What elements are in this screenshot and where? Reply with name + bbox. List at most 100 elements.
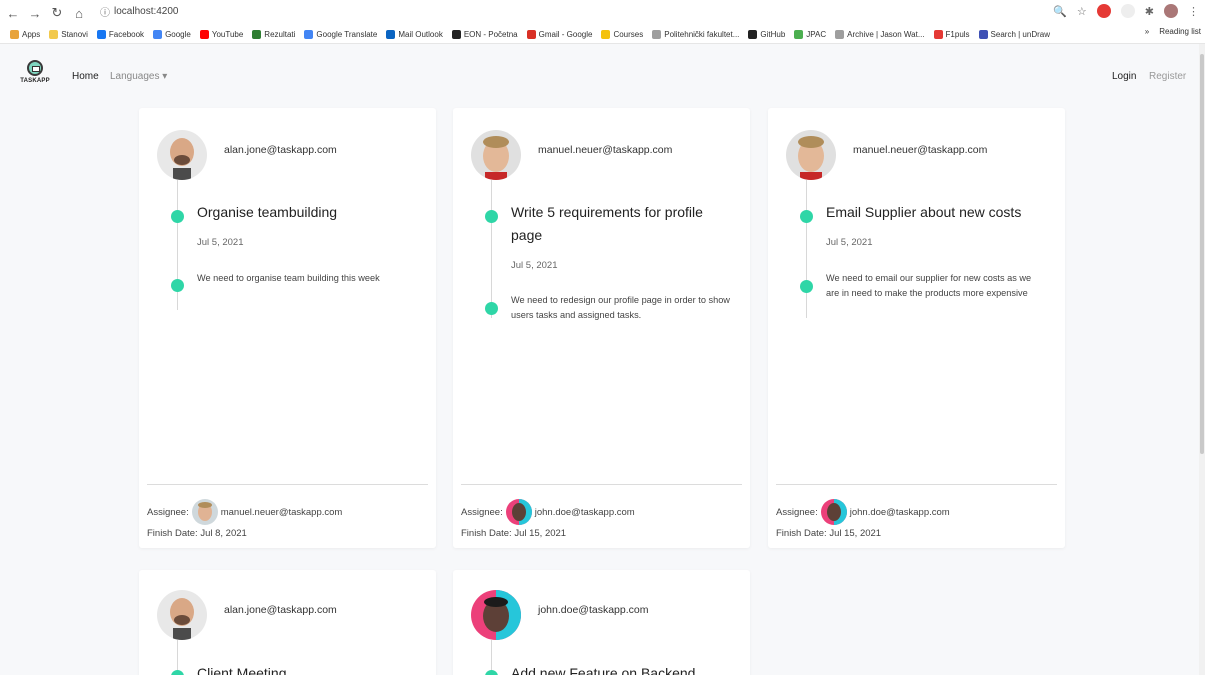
bookmark-item[interactable]: Google — [153, 29, 191, 39]
bookmark-icon — [386, 29, 396, 39]
scrollbar-thumb[interactable] — [1200, 54, 1204, 454]
nav-login-link[interactable]: Login — [1112, 71, 1136, 82]
owner-avatar — [157, 590, 207, 640]
info-icon[interactable]: ⓘ — [100, 4, 110, 19]
bookmark-item[interactable]: Courses — [601, 29, 643, 39]
assignee-avatar — [191, 499, 218, 525]
bookmark-item[interactable]: Apps — [10, 29, 41, 39]
bookmark-item[interactable]: GitHub — [748, 29, 785, 39]
timeline-dot — [171, 670, 184, 675]
profile-avatar[interactable] — [1164, 4, 1178, 18]
reload-icon[interactable]: ↻ — [48, 4, 66, 22]
bookmark-item[interactable]: Search | unDraw — [978, 29, 1050, 39]
app-navbar: TASKAPP Home Languages ▾ Login Register — [0, 44, 1205, 108]
timeline-dot — [171, 279, 184, 292]
bookmark-label: F1puls — [945, 29, 970, 39]
bookmark-label: Facebook — [108, 29, 145, 39]
timeline-line — [491, 180, 492, 318]
menu-dots-icon[interactable]: ⋮ — [1188, 5, 1199, 18]
bookmark-label: Google Translate — [316, 29, 378, 39]
task-title[interactable]: Client Meeting — [197, 662, 422, 675]
bookmark-icon — [304, 29, 314, 39]
bookmark-item[interactable]: YouTube — [199, 29, 243, 39]
task-date: Jul 5, 2021 — [197, 237, 244, 248]
nav-register-link[interactable]: Register — [1149, 71, 1186, 82]
back-arrow-icon[interactable]: ← — [4, 4, 22, 22]
bookmark-icon — [601, 29, 611, 39]
task-title[interactable]: Email Supplier about new costs — [826, 201, 1051, 224]
bookmark-label: Google — [165, 29, 191, 39]
forward-arrow-icon[interactable]: → — [26, 4, 44, 22]
task-description: We need to organise team building this w… — [197, 273, 380, 283]
task-date: Jul 5, 2021 — [826, 237, 873, 248]
bookmark-item[interactable]: Gmail - Google — [526, 29, 592, 39]
assignee-email: john.doe@taskapp.com — [534, 506, 635, 518]
bookmark-item[interactable]: Facebook — [96, 29, 145, 39]
bookmark-item[interactable]: JPAC — [794, 29, 827, 39]
timeline-dot — [800, 210, 813, 223]
address-bar[interactable]: ⓘ localhost:4200 — [100, 4, 179, 19]
timeline-dot — [800, 280, 813, 293]
caret-down-icon: ▾ — [162, 71, 168, 82]
assignee-email: manuel.neuer@taskapp.com — [220, 506, 343, 518]
bookmark-icon — [652, 29, 662, 39]
timeline-dot — [485, 670, 498, 675]
nav-home-link[interactable]: Home — [72, 71, 99, 82]
owner-avatar — [786, 130, 836, 180]
timeline-dot — [485, 302, 498, 315]
task-title[interactable]: Add new Feature on Backend — [511, 662, 736, 675]
page-scrollbar[interactable] — [1199, 44, 1205, 675]
bookmark-item[interactable]: Politehnički fakultet... — [652, 29, 739, 39]
card-divider — [461, 484, 742, 485]
bookmark-item[interactable]: Google Translate — [304, 29, 378, 39]
reading-list-button[interactable]: Reading list — [1159, 27, 1201, 36]
bookmark-icon — [794, 29, 804, 39]
bookmark-icon — [252, 29, 262, 39]
task-card: john.doe@taskapp.com Add new Feature on … — [453, 570, 750, 675]
bookmark-label: Mail Outlook — [398, 29, 443, 39]
bookmark-item[interactable]: Stanovi — [49, 29, 88, 39]
bookmark-icon — [978, 29, 988, 39]
owner-email: john.doe@taskapp.com — [538, 604, 649, 616]
more-bookmarks-icon[interactable]: » — [1145, 27, 1149, 36]
extension-icon[interactable] — [1120, 4, 1135, 18]
adblock-icon[interactable] — [1096, 4, 1111, 18]
bookmark-icon — [933, 29, 943, 39]
puzzle-icon[interactable]: ✱ — [1145, 5, 1154, 18]
owner-avatar — [471, 130, 521, 180]
bookmark-icon — [10, 29, 19, 39]
bookmark-label: JPAC — [806, 29, 827, 39]
finish-date: Finish Date: Jul 15, 2021 — [461, 528, 567, 539]
bookmark-label: Apps — [22, 29, 41, 39]
task-card: alan.jone@taskapp.com Client Meeting — [139, 570, 436, 675]
finish-date: Finish Date: Jul 8, 2021 — [147, 528, 247, 539]
bookmark-item[interactable]: Archive | Jason Wat... — [835, 29, 925, 39]
task-card: alan.jone@taskapp.com Organise teambuild… — [139, 108, 436, 548]
bookmark-icon — [451, 29, 461, 39]
task-card: manuel.neuer@taskapp.com Email Supplier … — [768, 108, 1065, 548]
owner-avatar — [157, 130, 207, 180]
bookmark-icon — [199, 29, 209, 39]
assignee-label: Assignee: — [776, 506, 818, 518]
assignee-label: Assignee: — [461, 506, 503, 518]
assignee-row: Assignee: john.doe@taskapp.com — [461, 499, 635, 525]
owner-email: manuel.neuer@taskapp.com — [538, 144, 673, 156]
star-icon[interactable]: ☆ — [1077, 5, 1087, 18]
assignee-avatar — [820, 499, 847, 525]
zoom-icon[interactable]: 🔍 — [1053, 5, 1067, 18]
task-title[interactable]: Write 5 requirements for profile page — [511, 201, 736, 247]
nav-languages-dropdown[interactable]: Languages ▾ — [110, 71, 167, 82]
bookmark-icon — [835, 29, 845, 39]
bookmark-item[interactable]: Mail Outlook — [386, 29, 443, 39]
taskapp-logo[interactable]: TASKAPP — [16, 60, 54, 92]
timeline-dot — [485, 210, 498, 223]
bookmark-item[interactable]: F1puls — [933, 29, 970, 39]
bookmark-item[interactable]: Rezultati — [252, 29, 295, 39]
bookmark-icon — [96, 29, 106, 39]
task-title[interactable]: Organise teambuilding — [197, 201, 422, 224]
bookmark-item[interactable]: EON - Početna — [451, 29, 518, 39]
home-icon[interactable]: ⌂ — [70, 4, 88, 22]
assignee-avatar — [505, 499, 532, 525]
address-row: ← → ↻ ⌂ — [0, 2, 1205, 24]
assignee-row: Assignee: john.doe@taskapp.com — [776, 499, 950, 525]
